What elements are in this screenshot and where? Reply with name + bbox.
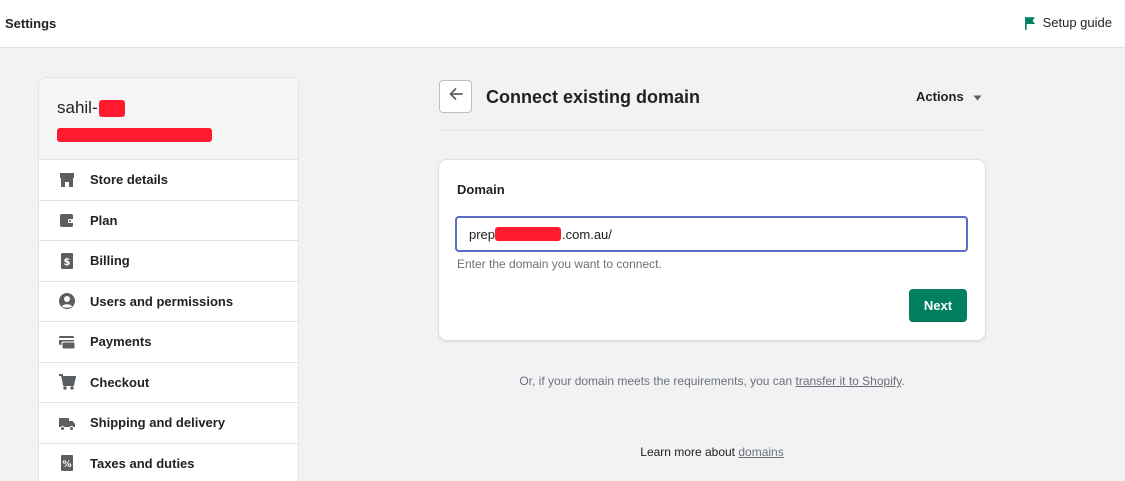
sidebar-item-label: Checkout [90,374,150,390]
domain-card: Domain prep .com.au/ Enter the domain yo… [439,160,985,340]
back-button[interactable] [439,80,472,113]
svg-text:%: % [62,460,71,470]
sidebar-item-label: Payments [90,334,152,350]
sidebar-item-label: Taxes and duties [90,455,195,471]
sidebar-item-plan[interactable]: Plan [39,201,298,241]
sidebar-item-label: Store details [90,172,169,188]
actions-menu-button[interactable]: Actions [916,89,982,104]
store-name-text: sahil- [57,98,98,117]
next-button[interactable]: Next [909,289,967,322]
sidebar-item-label: Users and permissions [90,293,234,309]
actions-label: Actions [916,89,964,104]
transfer-text: Or, if your domain meets the requirement… [519,374,796,388]
sidebar-item-store-details[interactable]: Store details [39,160,298,201]
redaction-mark [495,227,562,241]
header-divider [439,130,985,131]
store-name: sahil- [57,98,125,118]
domain-input-prefix: prep [469,226,496,242]
arrow-left-icon [448,87,464,106]
transfer-link[interactable]: transfer it to Shopify [795,374,901,388]
domain-input-suffix: .com.au/ [562,226,612,242]
domain-input[interactable]: prep .com.au/ [455,216,968,252]
card-title: Domain [457,182,505,197]
redaction-mark [98,99,125,117]
sidebar-item-taxes-and-duties[interactable]: % Taxes and duties [39,444,298,481]
sidebar-item-label: Billing [90,253,130,269]
transfer-text-end: . [901,374,905,388]
truck-icon [58,414,76,432]
wallet-icon [58,211,76,229]
page-heading: Settings [5,16,57,31]
user-icon [58,292,76,310]
domains-link[interactable]: domains [738,445,783,459]
sidebar-item-label: Shipping and delivery [90,415,226,431]
store-icon [58,171,76,189]
transfer-info: Or, if your domain meets the requirement… [439,374,985,388]
sidebar-item-label: Plan [90,212,118,228]
sidebar-item-users-and-permissions[interactable]: Users and permissions [39,282,298,322]
cart-icon [58,373,76,391]
svg-text:$: $ [64,257,71,268]
domain-help-text: Enter the domain you want to connect. [457,257,662,271]
settings-sidebar: sahil- Store details Plan $ Billing User… [38,77,299,481]
redaction-mark [57,128,212,142]
flag-icon [1024,16,1036,30]
learn-more: Learn more about domains [439,445,985,459]
page-title: Connect existing domain [486,87,701,107]
setup-guide-label: Setup guide [1042,15,1112,30]
sidebar-item-checkout[interactable]: Checkout [39,363,298,403]
setup-guide-button[interactable]: Setup guide [1024,15,1112,30]
tax-icon: % [58,454,76,472]
sidebar-item-payments[interactable]: Payments [39,322,298,363]
top-bar: Settings Setup guide [0,0,1125,48]
store-header: sahil- [39,78,298,160]
billing-icon: $ [58,252,76,270]
learn-more-text: Learn more about [640,445,739,459]
caret-down-icon [973,89,982,104]
sidebar-item-shipping-and-delivery[interactable]: Shipping and delivery [39,403,298,444]
payments-icon [58,333,76,351]
sidebar-item-billing[interactable]: $ Billing [39,241,298,282]
